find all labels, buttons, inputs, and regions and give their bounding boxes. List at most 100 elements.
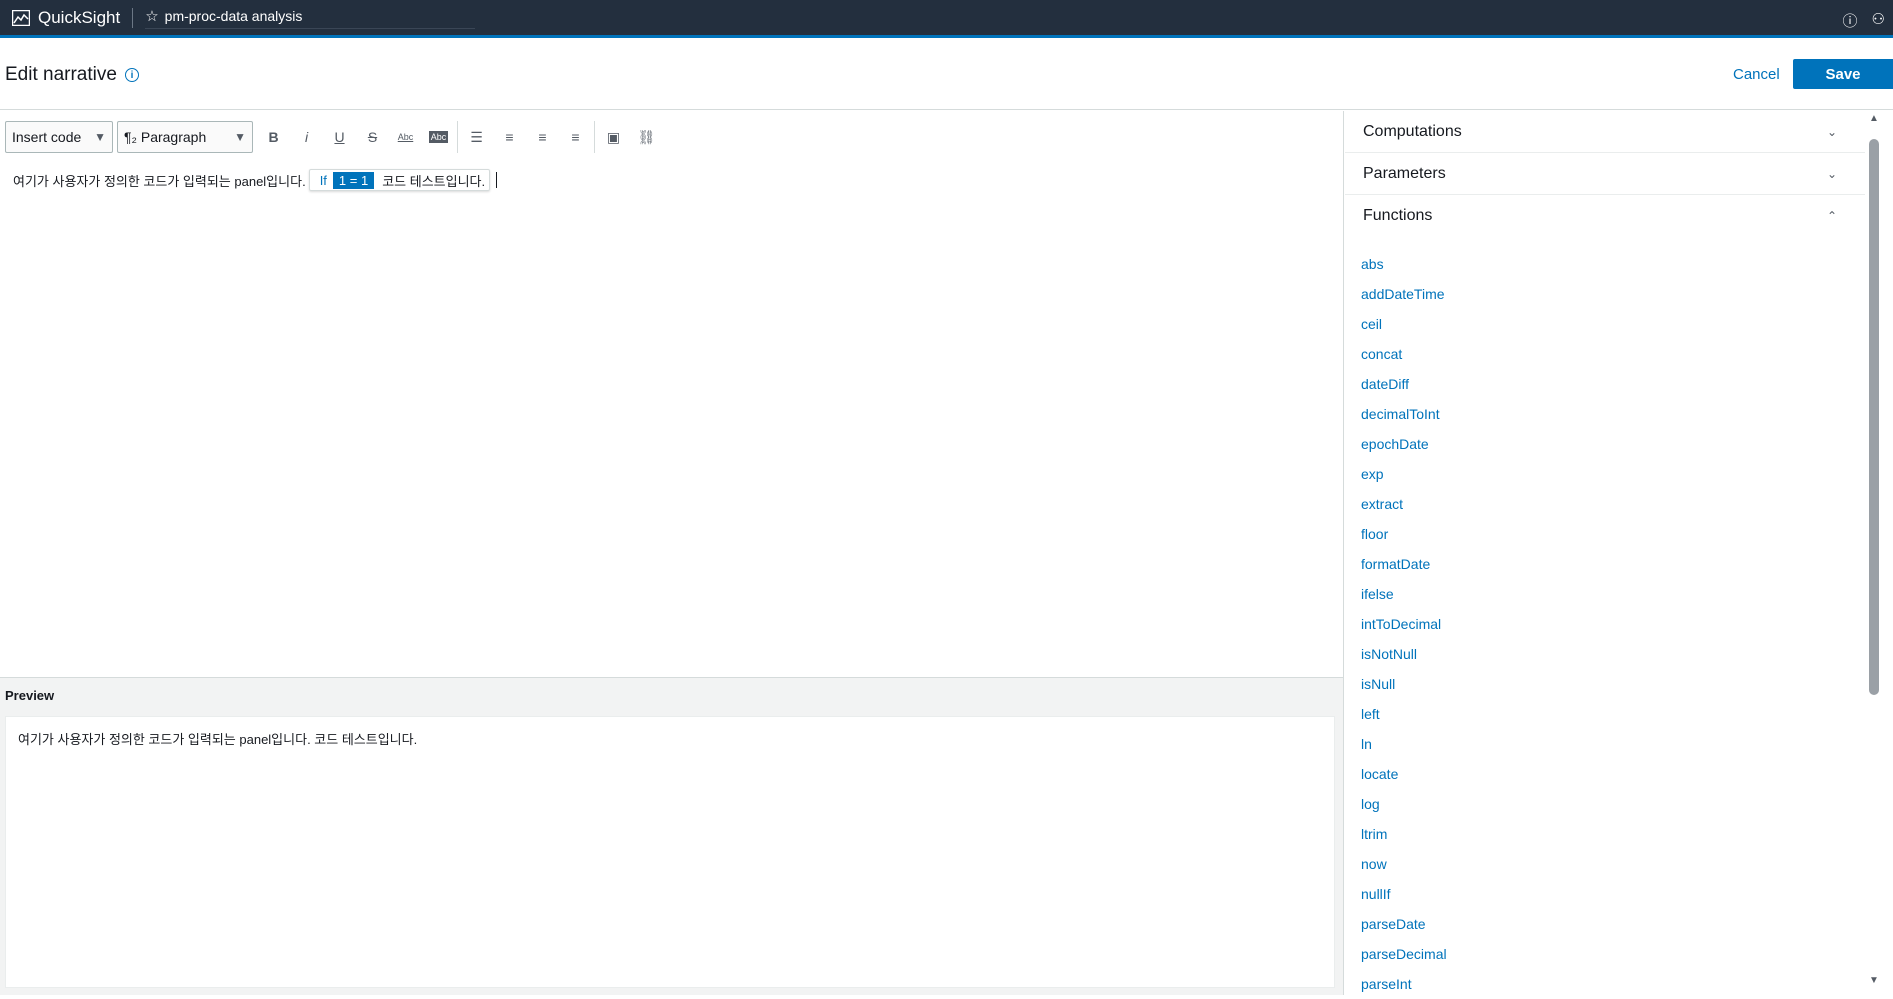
analysis-name[interactable]: ☆ pm-proc-data analysis: [145, 7, 476, 29]
align-right-icon: ≡: [571, 129, 580, 145]
editor-text: 여기가 사용자가 정의한 코드가 입력되는 panel입니다.: [13, 173, 306, 189]
paragraph-icon: ¶₂: [124, 129, 137, 145]
preview-panel: Preview 여기가 사용자가 정의한 코드가 입력되는 panel입니다. …: [0, 677, 1344, 995]
editor-content[interactable]: 여기가 사용자가 정의한 코드가 입력되는 panel입니다. If 1 = 1…: [13, 169, 498, 191]
scrollbar-thumb[interactable]: [1869, 139, 1879, 695]
function-item[interactable]: epochDate: [1361, 429, 1865, 459]
chart-icon: [12, 9, 30, 26]
link-icon: ⛓: [637, 128, 656, 145]
function-item[interactable]: parseDecimal: [1361, 939, 1865, 969]
bullet-list-button[interactable]: ☰: [460, 121, 493, 153]
function-item[interactable]: isNotNull: [1361, 639, 1865, 669]
function-item[interactable]: dateDiff: [1361, 369, 1865, 399]
page-title-text: Edit narrative: [5, 64, 117, 85]
function-item[interactable]: addDateTime: [1361, 279, 1865, 309]
preview-text: 여기가 사용자가 정의한 코드가 입력되는 panel입니다. 코드 테스트입니…: [18, 732, 418, 747]
function-item[interactable]: nullIf: [1361, 879, 1865, 909]
section-functions[interactable]: Functions ⌃: [1345, 195, 1865, 237]
divider: [132, 7, 134, 28]
brand-name: QuickSight: [38, 7, 121, 27]
section-computations[interactable]: Computations ⌄: [1345, 111, 1865, 153]
analysis-title: pm-proc-data analysis: [164, 7, 303, 24]
align-center-button[interactable]: ≡: [526, 121, 559, 153]
strikethrough-icon: S: [367, 129, 378, 145]
insert-code-label: Insert code: [12, 129, 82, 145]
function-item[interactable]: decimalToInt: [1361, 399, 1865, 429]
font-size-button[interactable]: Abc: [389, 121, 422, 153]
divider: [594, 121, 595, 153]
user-icon[interactable]: ⚇: [1872, 10, 1885, 31]
font-color-button[interactable]: Abc: [422, 121, 455, 153]
align-left-button[interactable]: ≡: [493, 121, 526, 153]
function-item[interactable]: now: [1361, 849, 1865, 879]
chevron-down-icon: ⌄: [1826, 124, 1837, 139]
strikethrough-button[interactable]: S: [356, 121, 389, 153]
cancel-button[interactable]: Cancel: [1733, 66, 1780, 83]
function-item[interactable]: ceil: [1361, 309, 1865, 339]
paragraph-select: ¶₂ Paragraph: [124, 129, 206, 145]
italic-icon: i: [304, 129, 309, 145]
function-item[interactable]: ltrim: [1361, 819, 1865, 849]
save-button[interactable]: Save: [1793, 59, 1893, 89]
chevron-down-icon: ▼: [234, 130, 246, 144]
if-keyword: If: [319, 172, 327, 188]
page-title: Edit narrative i: [5, 64, 139, 86]
if-code-block[interactable]: If 1 = 1 코드 테스트입니다.: [308, 169, 491, 191]
font-size-icon: Abc: [397, 132, 414, 142]
side-panel: Computations ⌄ Parameters ⌄ Functions ⌃ …: [1345, 111, 1865, 995]
section-label: Parameters: [1363, 164, 1446, 182]
top-bar: QuickSight ☆ pm-proc-data analysis ⓘ ⚇: [0, 0, 1893, 38]
bold-icon: B: [268, 129, 279, 145]
function-item[interactable]: ifelse: [1361, 579, 1865, 609]
preview-box: 여기가 사용자가 정의한 코드가 입력되는 panel입니다. 코드 테스트입니…: [5, 716, 1335, 988]
narrative-editor[interactable]: Insert code ▼ ¶₂ Paragraph ▼ B i U S Abc…: [0, 111, 1344, 677]
function-item[interactable]: intToDecimal: [1361, 609, 1865, 639]
function-item[interactable]: exp: [1361, 459, 1865, 489]
text-cursor: [496, 172, 498, 188]
function-item[interactable]: formatDate: [1361, 549, 1865, 579]
paragraph-label: Paragraph: [140, 129, 207, 145]
chevron-down-icon: ⌄: [1826, 166, 1837, 181]
align-right-button[interactable]: ≡: [559, 121, 592, 153]
quicksight-logo[interactable]: QuickSight: [12, 8, 120, 28]
function-item[interactable]: isNull: [1361, 669, 1865, 699]
page-header: Edit narrative i Cancel Save: [0, 38, 1893, 110]
align-left-icon: ≡: [505, 129, 514, 145]
star-icon[interactable]: ☆: [145, 7, 158, 25]
bullet-list-icon: ☰: [470, 128, 483, 145]
chevron-down-icon: ▼: [94, 130, 106, 144]
insert-link-button[interactable]: ⛓: [630, 121, 663, 153]
preview-label: Preview: [5, 688, 55, 703]
function-item[interactable]: floor: [1361, 519, 1865, 549]
underline-button[interactable]: U: [323, 121, 356, 153]
help-icon[interactable]: ⓘ: [1843, 10, 1858, 31]
function-item[interactable]: extract: [1361, 489, 1865, 519]
function-item[interactable]: ln: [1361, 729, 1865, 759]
function-item[interactable]: concat: [1361, 339, 1865, 369]
info-icon[interactable]: i: [124, 68, 139, 82]
if-condition[interactable]: 1 = 1: [332, 171, 375, 189]
chevron-up-icon: ⌃: [1826, 209, 1837, 223]
underline-icon: U: [334, 129, 345, 145]
insert-code-dropdown[interactable]: Insert code ▼: [5, 121, 113, 153]
side-panel-scrollbar[interactable]: ▲ ▼: [1865, 111, 1893, 995]
divider: [457, 121, 458, 153]
italic-button[interactable]: i: [290, 121, 323, 153]
function-item[interactable]: parseDate: [1361, 909, 1865, 939]
scroll-up-icon[interactable]: ▲: [1869, 113, 1879, 124]
section-label: Computations: [1363, 122, 1462, 140]
scroll-down-icon[interactable]: ▼: [1869, 975, 1879, 986]
function-item[interactable]: locate: [1361, 759, 1865, 789]
section-parameters[interactable]: Parameters ⌄: [1345, 153, 1865, 195]
if-body: 코드 테스트입니다.: [382, 173, 486, 189]
section-label: Functions: [1363, 207, 1433, 224]
function-list: abs addDateTime ceil concat dateDiff decimalT…: [1345, 237, 1865, 999]
font-color-icon: Abc: [428, 131, 449, 143]
image-icon: ▣: [606, 128, 621, 145]
function-item[interactable]: abs: [1361, 249, 1865, 279]
function-item[interactable]: log: [1361, 789, 1865, 819]
insert-image-button[interactable]: ▣: [597, 121, 630, 153]
function-item[interactable]: left: [1361, 699, 1865, 729]
paragraph-style-dropdown[interactable]: ¶₂ Paragraph ▼: [117, 121, 253, 153]
bold-button[interactable]: B: [257, 121, 290, 153]
